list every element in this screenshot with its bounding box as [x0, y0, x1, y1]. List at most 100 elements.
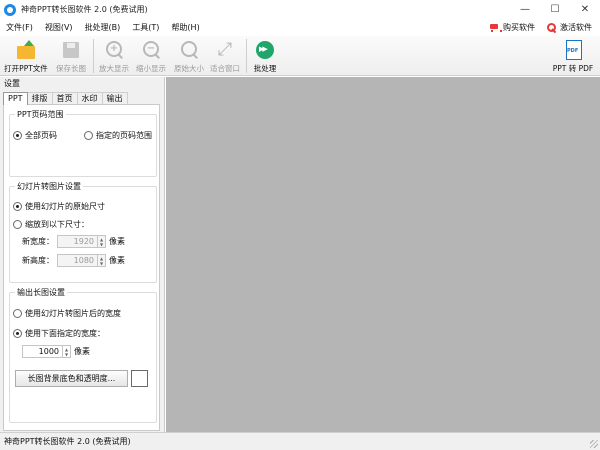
new-width-arrows[interactable]: ▲ ▼: [97, 236, 105, 247]
new-width-label: 新宽度：: [22, 237, 54, 246]
scale-to-option[interactable]: 缩放到以下尺寸：: [13, 219, 89, 230]
use-slide-width-option[interactable]: 使用幻灯片转图片后的宽度: [13, 308, 121, 319]
menu-batch[interactable]: 批处理(B): [79, 19, 127, 36]
toolbar-divider: [246, 39, 247, 73]
original-size-button[interactable]: 原始大小: [171, 36, 207, 76]
tab-ppt[interactable]: PPT: [3, 92, 28, 105]
window-controls: — ☐ ✕: [510, 0, 600, 19]
toolbar: 打开PPT文件 保存长图 + 放大显示 − 缩小显示 原始大小 ⤢ 适合窗口 批…: [0, 36, 600, 76]
menubar-actions: 购买软件 激活软件: [489, 19, 592, 36]
use-specified-width-option[interactable]: 使用下面指定的宽度：: [13, 328, 105, 339]
new-width-stepper[interactable]: 1920 ▲ ▼: [57, 235, 106, 248]
batch-process-button[interactable]: 批处理: [250, 36, 280, 76]
background-color-button[interactable]: 长图背景底色和透明度...: [15, 370, 128, 387]
zoom-out-label: 缩小显示: [136, 64, 166, 73]
maximize-button[interactable]: ☐: [540, 0, 570, 19]
zoom-out-button[interactable]: − 缩小显示: [131, 36, 171, 76]
batch-play-icon: [254, 39, 276, 61]
toolbar-divider: [93, 39, 94, 73]
original-size-option[interactable]: 使用幻灯片的原始尺寸: [13, 201, 105, 212]
new-width-unit: 像素: [109, 237, 125, 246]
menu-bar: 文件(F) 视图(V) 批处理(B) 工具(T) 帮助(H) 购买软件 激活软件: [0, 19, 600, 36]
minimize-button[interactable]: —: [510, 0, 540, 19]
original-size-option-label: 使用幻灯片的原始尺寸: [25, 202, 105, 211]
all-pages-option[interactable]: 全部页码: [13, 130, 57, 141]
new-height-value: 1080: [73, 256, 94, 265]
slide-to-image-title: 幻灯片转图片设置: [15, 181, 83, 192]
ppt-to-pdf-label: PPT 转 PDF: [552, 64, 594, 73]
all-pages-label: 全部页码: [25, 131, 57, 140]
save-long-image-label: 保存长图: [56, 64, 86, 73]
use-slide-width-label: 使用幻灯片转图片后的宽度: [25, 309, 121, 318]
key-icon: [547, 22, 557, 33]
menu-help[interactable]: 帮助(H): [165, 19, 205, 36]
original-size-label: 原始大小: [174, 64, 204, 73]
chevron-down-icon: ▼: [99, 260, 104, 266]
menu-view[interactable]: 视图(V): [39, 19, 79, 36]
chevron-down-icon: ▼: [64, 351, 69, 357]
chevron-down-icon: ▼: [99, 241, 104, 247]
shopping-cart-icon: [489, 23, 502, 32]
activate-software-link[interactable]: 激活软件: [547, 22, 592, 33]
new-height-stepper[interactable]: 1080 ▲ ▼: [57, 254, 106, 267]
specified-pages-option[interactable]: 指定的页码范围: [84, 130, 152, 141]
menu-file[interactable]: 文件(F): [0, 19, 39, 36]
scale-to-label: 缩放到以下尺寸：: [25, 220, 89, 229]
settings-panel: 设置 PPT 排版 首页 水印 输出 PPT页码范围 全部页码 指定的页码范围 …: [0, 77, 165, 432]
open-ppt-label: 打开PPT文件: [4, 64, 48, 73]
all-pages-radio[interactable]: [13, 131, 22, 140]
buy-software-label: 购买软件: [503, 23, 535, 32]
zoom-out-icon: −: [140, 39, 162, 61]
app-logo-icon: [4, 3, 16, 16]
use-specified-width-radio[interactable]: [13, 329, 22, 338]
preview-area[interactable]: [166, 77, 600, 432]
new-height-arrows[interactable]: ▲ ▼: [97, 255, 105, 266]
new-height-unit: 像素: [109, 256, 125, 265]
specified-pages-label: 指定的页码范围: [96, 131, 152, 140]
status-bar: 神奇PPT转长图软件 2.0 (免费试用): [0, 432, 600, 450]
new-height-label: 新高度：: [22, 256, 54, 265]
new-width-row: 新宽度： 1920 ▲ ▼ 像素: [22, 235, 125, 248]
zoom-in-label: 放大显示: [99, 64, 129, 73]
output-settings-group: 输出长图设置 使用幻灯片转图片后的宽度 使用下面指定的宽度： 1000 ▲ ▼ 像…: [9, 287, 157, 423]
pdf-file-icon: [562, 39, 584, 61]
batch-process-label: 批处理: [253, 64, 277, 73]
zoom-in-button[interactable]: + 放大显示: [97, 36, 131, 76]
menu-tools[interactable]: 工具(T): [126, 19, 165, 36]
new-width-value: 1920: [73, 237, 94, 246]
resize-grip-icon[interactable]: [590, 440, 598, 448]
page-range-title: PPT页码范围: [15, 109, 66, 120]
close-button[interactable]: ✕: [570, 0, 600, 19]
fit-window-button[interactable]: ⤢ 适合窗口: [207, 36, 243, 76]
page-range-group: PPT页码范围 全部页码 指定的页码范围: [9, 109, 157, 177]
status-text: 神奇PPT转长图软件 2.0 (免费试用): [4, 437, 131, 446]
output-width-arrows[interactable]: ▲ ▼: [62, 346, 70, 357]
output-settings-title: 输出长图设置: [15, 287, 67, 298]
background-color-swatch[interactable]: [131, 370, 148, 387]
activate-software-label: 激活软件: [560, 23, 592, 32]
original-size-icon: [178, 39, 200, 61]
specified-pages-radio[interactable]: [84, 131, 93, 140]
buy-software-link[interactable]: 购买软件: [489, 22, 535, 33]
use-slide-width-radio[interactable]: [13, 309, 22, 318]
zoom-in-icon: +: [103, 39, 125, 61]
ppt-to-pdf-button[interactable]: PPT 转 PDF: [548, 36, 598, 76]
output-width-value: 1000: [38, 347, 59, 356]
tab-content-ppt: PPT页码范围 全部页码 指定的页码范围 幻灯片转图片设置 使用幻灯片的原始尺寸…: [3, 104, 160, 431]
new-height-row: 新高度： 1080 ▲ ▼ 像素: [22, 254, 125, 267]
open-ppt-button[interactable]: 打开PPT文件: [0, 36, 52, 76]
use-specified-width-label: 使用下面指定的宽度：: [25, 329, 105, 338]
scale-to-radio[interactable]: [13, 220, 22, 229]
title-bar: 神奇PPT转长图软件 2.0 (免费试用) — ☐ ✕: [0, 0, 600, 19]
original-size-radio[interactable]: [13, 202, 22, 211]
save-icon: [60, 39, 82, 61]
open-folder-icon: [15, 39, 37, 61]
output-width-stepper[interactable]: 1000 ▲ ▼: [22, 345, 71, 358]
fit-window-icon: ⤢: [217, 39, 233, 60]
save-long-image-button[interactable]: 保存长图: [52, 36, 90, 76]
window-title: 神奇PPT转长图软件 2.0 (免费试用): [21, 5, 148, 14]
slide-to-image-group: 幻灯片转图片设置 使用幻灯片的原始尺寸 缩放到以下尺寸： 新宽度： 1920 ▲…: [9, 181, 157, 283]
settings-panel-title: 设置: [4, 79, 20, 88]
fit-window-label: 适合窗口: [210, 64, 240, 73]
output-width-unit: 像素: [74, 347, 90, 356]
